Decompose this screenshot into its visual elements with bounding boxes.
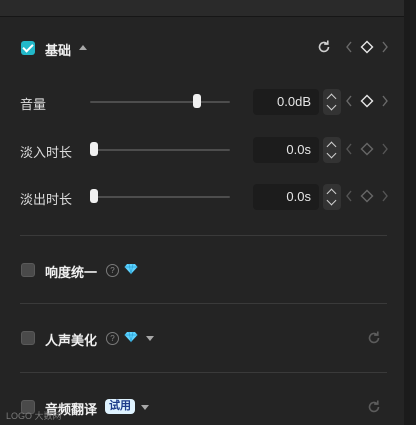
watermark: LOGO 大数网: [6, 411, 62, 421]
fade-out-stepper[interactable]: [323, 184, 341, 210]
fade-out-label: 淡出时长: [20, 192, 73, 207]
vip-diamond-icon: [124, 331, 138, 343]
loudness-row[interactable]: 响度统一 ?: [0, 255, 404, 285]
fade-in-stepper[interactable]: [323, 137, 341, 163]
basic-section-header[interactable]: 基础: [0, 33, 404, 63]
loudness-checkbox[interactable]: [21, 263, 35, 277]
reset-icon[interactable]: [366, 399, 382, 415]
fade-in-label: 淡入时长: [20, 145, 73, 160]
top-strip: [0, 0, 404, 17]
basic-title: 基础: [45, 43, 72, 58]
fade-in-slider-track[interactable]: [90, 149, 230, 151]
expand-caret-icon[interactable]: [146, 336, 154, 341]
fade-out-row: 淡出时长 0.0s: [0, 181, 404, 211]
volume-row: 音量 0.0dB: [0, 86, 404, 116]
fade-in-slider-thumb[interactable]: [90, 142, 98, 156]
volume-slider-thumb[interactable]: [192, 94, 201, 108]
fade-out-slider-track[interactable]: [90, 196, 230, 198]
voice-beautify-row[interactable]: 人声美化 ?: [0, 323, 404, 353]
fade-in-keyframe-icon[interactable]: [346, 142, 388, 156]
trial-badge: 试用: [105, 399, 135, 414]
fade-out-value-field[interactable]: 0.0s: [253, 184, 319, 210]
volume-label: 音量: [20, 97, 47, 112]
fade-out-keyframe-icon[interactable]: [346, 189, 388, 203]
collapse-caret-icon[interactable]: [79, 45, 87, 50]
volume-value-field[interactable]: 0.0dB: [253, 89, 319, 115]
section-divider: [20, 372, 387, 373]
volume-stepper[interactable]: [323, 89, 341, 115]
fade-in-value-field[interactable]: 0.0s: [253, 137, 319, 163]
help-icon[interactable]: ?: [106, 264, 119, 277]
keyframe-nav-icon[interactable]: [346, 40, 388, 54]
loudness-label: 响度统一: [45, 265, 98, 280]
reset-icon[interactable]: [316, 39, 332, 55]
voice-beautify-checkbox[interactable]: [21, 331, 35, 345]
volume-slider-track[interactable]: [90, 101, 230, 103]
volume-keyframe-icon[interactable]: [346, 94, 388, 108]
audio-panel: 基础 音量 0.0dB 淡入时长 0.0s 淡出时长 0.0s 响度统一 ? 人…: [0, 17, 404, 425]
help-icon[interactable]: ?: [106, 332, 119, 345]
vip-diamond-icon: [124, 263, 138, 275]
reset-icon[interactable]: [366, 330, 382, 346]
fade-in-row: 淡入时长 0.0s: [0, 134, 404, 164]
fade-out-slider-thumb[interactable]: [90, 189, 98, 203]
voice-beautify-label: 人声美化: [45, 333, 98, 348]
section-divider: [20, 303, 387, 304]
expand-caret-icon[interactable]: [141, 405, 149, 410]
section-divider: [20, 235, 387, 236]
basic-checkbox[interactable]: [21, 41, 35, 55]
scrollbar-gutter[interactable]: [404, 0, 416, 425]
